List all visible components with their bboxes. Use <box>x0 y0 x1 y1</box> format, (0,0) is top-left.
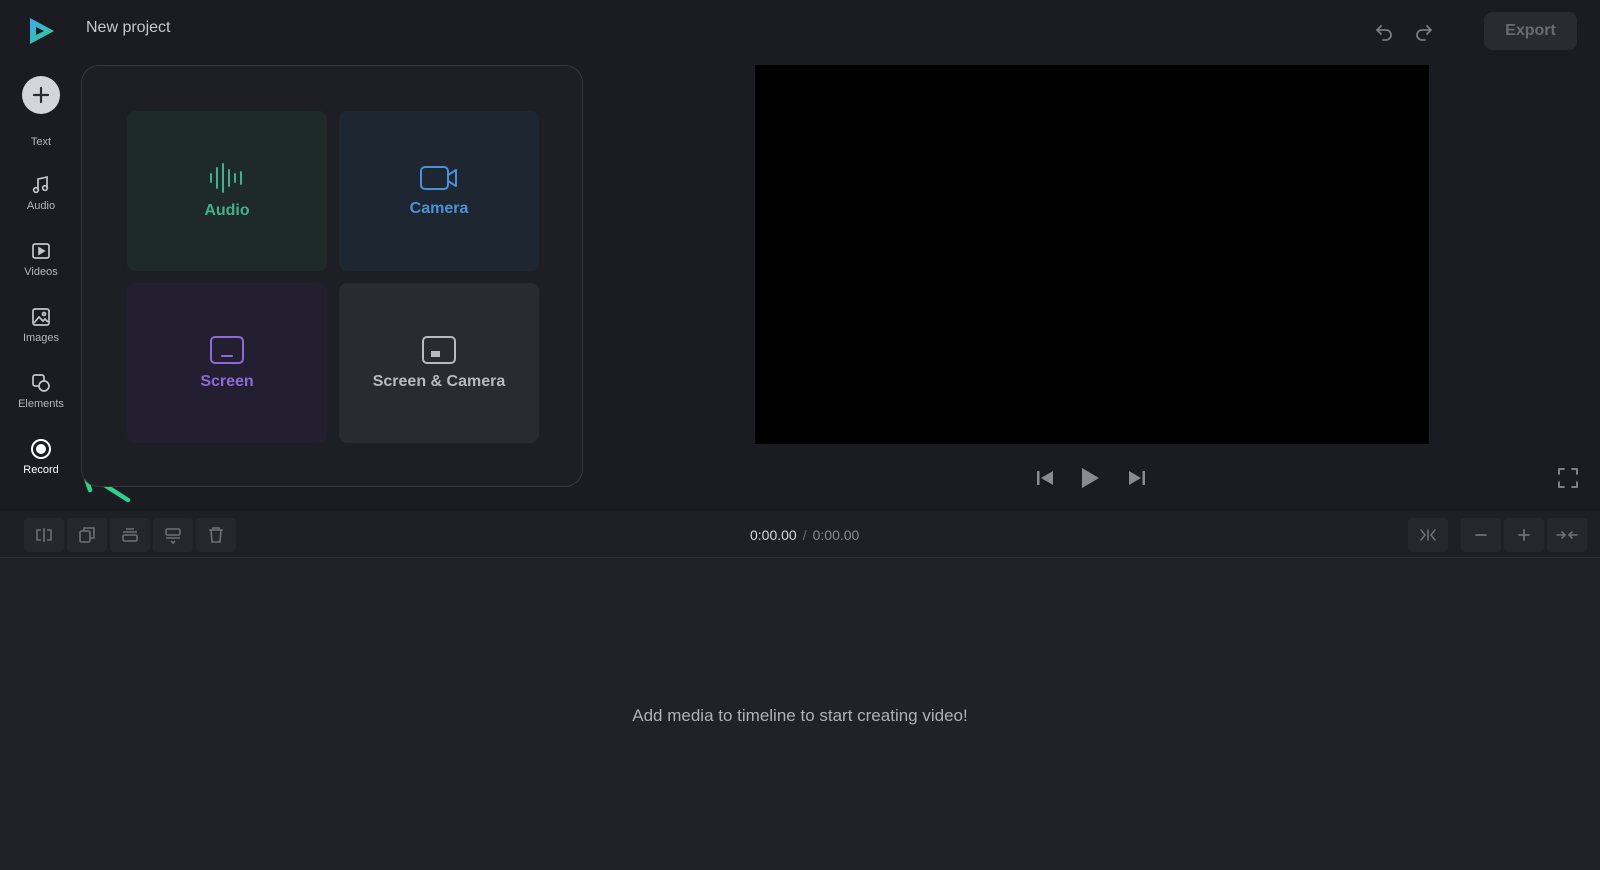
time-separator: / <box>802 527 807 543</box>
undo-button[interactable] <box>1372 19 1396 43</box>
sidebar-item-videos[interactable]: Videos <box>0 240 82 278</box>
sidebar-item-images[interactable]: Images <box>0 306 82 344</box>
image-icon <box>30 306 52 328</box>
screen-camera-icon <box>422 336 456 364</box>
screen-icon <box>210 336 244 364</box>
timeline-area[interactable]: Add media to timeline to start creating … <box>0 558 1600 870</box>
split-button[interactable] <box>24 518 64 552</box>
record-camera-card[interactable]: Camera <box>339 111 539 271</box>
layer-up-icon <box>122 528 138 542</box>
record-icon <box>30 438 52 460</box>
fullscreen-icon[interactable] <box>1557 467 1579 489</box>
record-option-label: Camera <box>409 200 469 217</box>
skip-forward-icon <box>1129 471 1145 485</box>
plus-icon <box>1518 529 1530 541</box>
plus-icon <box>32 86 50 104</box>
record-option-label: Audio <box>204 202 250 219</box>
record-audio-card[interactable]: Audio <box>127 111 327 271</box>
timeline-empty-message: Add media to timeline to start creating … <box>632 706 968 725</box>
play-icon <box>1082 468 1099 488</box>
video-play-icon <box>30 240 52 262</box>
minus-icon <box>1475 534 1487 536</box>
total-time: 0:00.00 <box>812 527 860 543</box>
export-button[interactable]: Export <box>1484 12 1577 50</box>
sidebar-item-elements[interactable]: Elements <box>0 372 82 410</box>
time-display: 0:00.00 / 0:00.00 <box>750 527 859 543</box>
skip-back-button[interactable] <box>1032 465 1058 491</box>
fit-icon <box>1420 529 1436 541</box>
sidebar-item-label: Record <box>23 464 59 476</box>
collapse-arrows-icon <box>1556 531 1578 539</box>
duplicate-button[interactable] <box>67 518 107 552</box>
music-note-icon <box>30 174 52 196</box>
record-screen-camera-card[interactable]: Screen & Camera <box>339 283 539 443</box>
play-button[interactable] <box>1077 465 1103 491</box>
skip-back-icon <box>1037 471 1053 485</box>
redo-icon <box>1416 25 1432 41</box>
send-backward-button[interactable] <box>153 518 193 552</box>
sidebar: Text Audio Videos Images Elements Record <box>0 60 82 510</box>
sidebar-item-text[interactable]: Text <box>0 132 82 148</box>
delete-button[interactable] <box>196 518 236 552</box>
record-option-label: Screen <box>200 373 254 390</box>
zoom-out-button[interactable] <box>1461 518 1501 552</box>
trash-icon <box>209 527 223 543</box>
record-panel: Audio Camera Screen Screen & Camera <box>81 65 583 487</box>
redo-button[interactable] <box>1412 19 1436 43</box>
duplicate-icon <box>79 527 95 543</box>
skip-forward-button[interactable] <box>1124 465 1150 491</box>
sidebar-item-label: Text <box>30 136 52 148</box>
sidebar-item-label: Images <box>22 332 60 344</box>
video-editor-app: New project Export Text Audio Videos Ima… <box>0 0 1600 870</box>
video-preview[interactable] <box>755 65 1429 444</box>
project-title[interactable]: New project <box>86 19 170 37</box>
current-time: 0:00.00 <box>750 527 797 543</box>
app-logo-icon[interactable] <box>26 16 56 46</box>
record-option-label: Screen & Camera <box>372 373 506 390</box>
sidebar-item-label: Elements <box>18 398 64 410</box>
layer-down-icon <box>165 528 181 544</box>
bring-forward-button[interactable] <box>110 518 150 552</box>
top-bar: New project Export <box>0 0 1600 60</box>
zoom-in-button[interactable] <box>1504 518 1544 552</box>
waveform-icon <box>210 163 242 193</box>
split-icon <box>36 528 52 542</box>
sidebar-item-label: Videos <box>24 266 58 278</box>
fit-timeline-button[interactable] <box>1408 518 1448 552</box>
sidebar-item-record[interactable]: Record <box>0 438 82 476</box>
camera-icon <box>420 166 457 190</box>
undo-icon <box>1376 25 1392 41</box>
add-text-button[interactable] <box>22 76 60 114</box>
sidebar-item-label: Audio <box>26 200 56 212</box>
sidebar-item-audio[interactable]: Audio <box>0 174 82 212</box>
timeline-toolbar: 0:00.00 / 0:00.00 <box>0 511 1600 558</box>
shapes-icon <box>30 372 52 394</box>
collapse-timeline-button[interactable] <box>1547 518 1587 552</box>
record-screen-card[interactable]: Screen <box>127 283 327 443</box>
